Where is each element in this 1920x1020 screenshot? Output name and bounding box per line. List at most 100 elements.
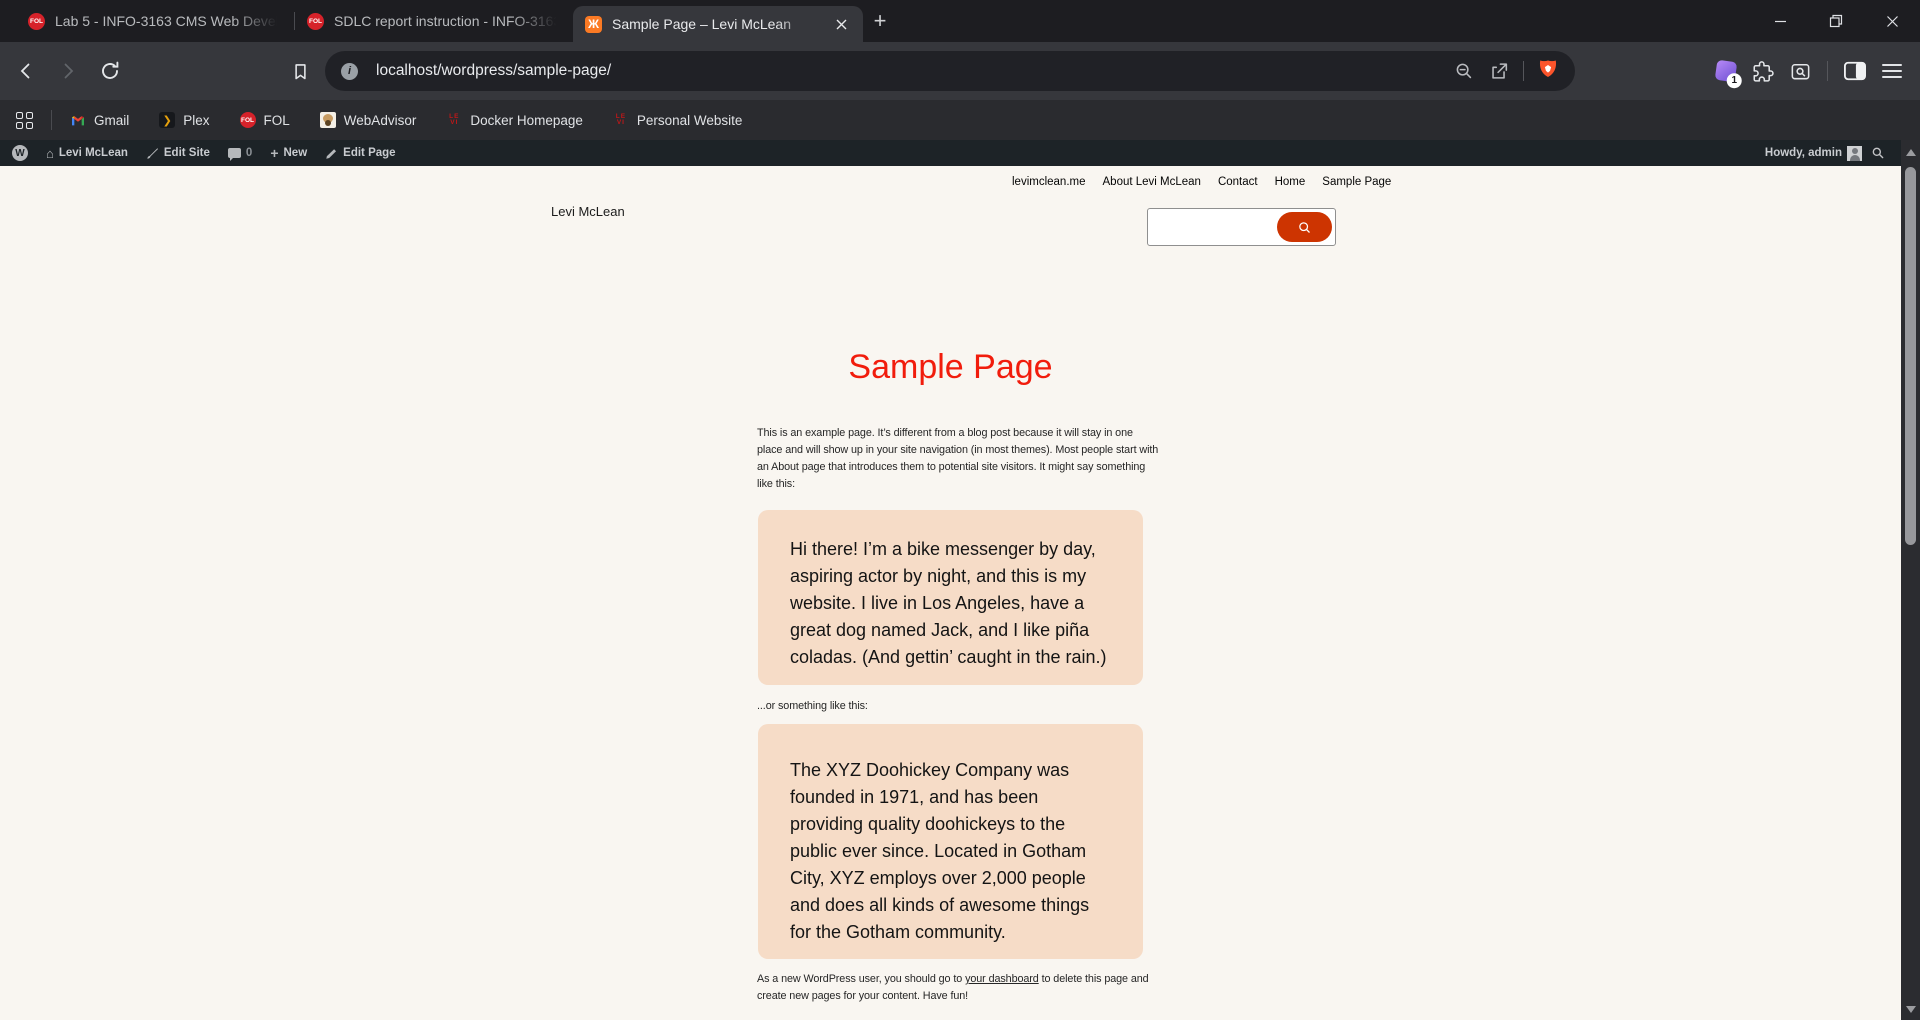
bookmarks-bar: Gmail ❯ Plex FOL FOL WebAdvisor LE VI Do… [0,100,1920,140]
fol-favicon-icon: FOL [28,13,45,30]
levi-logo-icon: LE VI [446,112,462,128]
plus-icon: + [270,145,278,161]
webadvisor-icon [320,112,336,128]
bookmark-label: Personal Website [637,113,743,128]
back-button[interactable] [14,59,38,83]
tab-title: Lab 5 - INFO-3163 CMS Web Develop [55,13,282,29]
levi-logo-bottom: VI [450,120,458,127]
address-bar[interactable]: i localhost/wordpress/sample-page/ [325,51,1575,91]
xampp-favicon-icon: Ж [585,16,602,33]
site-search-input[interactable] [1154,210,1269,244]
edit-site-label: Edit Site [164,147,210,159]
tab-sdlc[interactable]: FOL SDLC report instruction - INFO-3163 … [295,0,573,42]
home-icon: ⌂ [46,146,54,161]
gmail-icon [70,112,86,128]
levi-logo-bottom: VI [617,120,625,127]
between-paragraph: ...or something like this: [757,698,1159,715]
reload-button[interactable] [98,59,122,83]
page-viewport: levimclean.me About Levi McLean Contact … [0,166,1901,1020]
avatar [1847,146,1862,161]
bookmark-docker-homepage[interactable]: LE VI Docker Homepage [446,112,583,128]
nav-link-levimclean-me[interactable]: levimclean.me [1012,176,1086,188]
site-navigation: levimclean.me About Levi McLean Contact … [1012,176,1391,188]
minimize-button[interactable] [1752,0,1808,42]
site-info-icon[interactable]: i [341,63,358,80]
vertical-scrollbar [1901,140,1920,1020]
extension-badge: 1 [1727,73,1742,88]
bookmarks-divider [51,110,52,130]
admin-new[interactable]: + New [270,145,307,161]
nav-link-contact[interactable]: Contact [1218,176,1258,188]
new-tab-button[interactable]: + [863,0,897,42]
fol-icon: FOL [240,112,256,128]
brave-shield-icon[interactable] [1537,59,1559,83]
admin-account[interactable]: Howdy, admin [1765,146,1862,161]
window-controls [1752,0,1920,42]
brush-icon [146,147,159,160]
bookmark-label: Plex [183,113,209,128]
admin-site-name-label: Levi McLean [59,147,128,159]
bookmark-label: Docker Homepage [470,113,583,128]
share-icon[interactable] [1488,60,1510,82]
extensions-puzzle-icon[interactable] [1751,60,1774,83]
close-window-button[interactable] [1864,0,1920,42]
tab-close-icon[interactable] [831,14,851,34]
outro-paragraph: As a new WordPress user, you should go t… [757,971,1159,1004]
search-tabs-icon[interactable] [1789,60,1812,83]
comments-count: 0 [246,147,252,159]
bookmark-label: WebAdvisor [344,113,417,128]
outro-pre: As a new WordPress user, you should go t… [757,973,965,985]
wp-admin-bar: W ⌂ Levi McLean Edit Site 0 + New Edit P… [0,140,1901,166]
site-search-form [1147,208,1336,246]
new-label: New [284,147,308,159]
nav-link-sample-page[interactable]: Sample Page [1322,176,1391,188]
nav-link-home[interactable]: Home [1275,176,1306,188]
admin-site-name[interactable]: ⌂ Levi McLean [46,146,128,161]
search-icon [1297,220,1312,235]
bookmark-fol[interactable]: FOL FOL [240,112,290,128]
site-title[interactable]: Levi McLean [551,204,625,219]
scrollbar-thumb[interactable] [1905,167,1916,545]
bookmark-personal-website[interactable]: LE VI Personal Website [613,112,743,128]
forward-button[interactable] [56,59,80,83]
toolbar-divider [1827,61,1828,81]
browser-toolbar: i localhost/wordpress/sample-page/ [0,42,1920,100]
howdy-label: Howdy, admin [1765,147,1842,159]
admin-search-icon[interactable] [1871,146,1885,160]
edit-page-label: Edit Page [343,147,395,159]
scroll-down-arrow[interactable] [1906,1006,1916,1013]
bookmark-webadvisor[interactable]: WebAdvisor [320,112,417,128]
admin-comments[interactable]: 0 [228,147,252,159]
dashboard-link[interactable]: your dashboard [965,973,1039,985]
scroll-up-arrow[interactable] [1906,149,1916,156]
password-manager-icon[interactable]: 1 [1715,60,1738,83]
tab-sample-page-active[interactable]: Ж Sample Page – Levi McLean [573,6,863,42]
bookmark-gmail[interactable]: Gmail [70,112,129,128]
nav-link-about[interactable]: About Levi McLean [1103,176,1201,188]
toolbar-divider [1523,61,1524,81]
levi-logo-icon: LE VI [613,112,629,128]
menu-icon[interactable] [1882,64,1902,78]
url-text: localhost/wordpress/sample-page/ [376,62,611,80]
bookmark-icon[interactable] [290,61,311,82]
page-title: Sample Page [758,348,1143,387]
comments-icon [228,148,241,158]
site-search-button[interactable] [1277,212,1332,242]
quote-block-bio: Hi there! I’m a bike messenger by day, a… [758,510,1143,685]
bookmark-plex[interactable]: ❯ Plex [159,112,209,128]
plex-icon: ❯ [159,112,175,128]
maximize-button[interactable] [1808,0,1864,42]
admin-edit-page[interactable]: Edit Page [325,147,395,160]
tab-lab5[interactable]: FOL Lab 5 - INFO-3163 CMS Web Develop [16,0,294,42]
admin-edit-site[interactable]: Edit Site [146,147,210,160]
zoom-out-icon[interactable] [1453,60,1475,82]
bookmark-label: FOL [264,113,290,128]
sidebar-toggle-icon[interactable] [1843,60,1867,82]
apps-grid-icon[interactable] [16,112,33,129]
tab-title: SDLC report instruction - INFO-3163 C [334,13,561,29]
wp-logo-menu[interactable]: W [12,145,28,161]
pencil-icon [325,147,338,160]
wordpress-icon: W [12,145,28,161]
bookmark-label: Gmail [94,113,129,128]
intro-paragraph: This is an example page. It’s different … [757,425,1159,493]
